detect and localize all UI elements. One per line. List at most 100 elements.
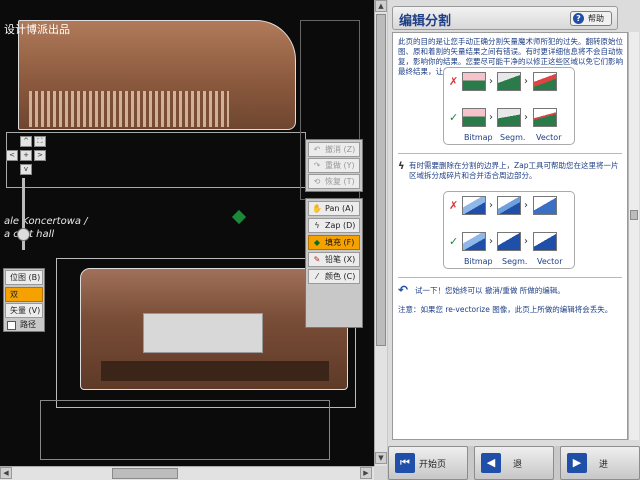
vector-tile (533, 72, 557, 91)
vector-tile (533, 232, 557, 251)
demo-label-vector: Vector (536, 133, 562, 142)
help-content: 此页的目的是让您手动正确分割矢量魔术师所犯的过失。翻转原始位图、原和着割的矢量结… (392, 32, 628, 440)
view-vector-button[interactable]: 矢量 (V) (5, 303, 43, 318)
pan-tool-button[interactable]: ✋ Pan (A) (308, 201, 360, 216)
start-page-label: 开始页 (419, 460, 447, 470)
image-canvas[interactable]: 设计博派出品 ale Koncertowa / a cert hall ^ v … (0, 0, 374, 466)
undo-button[interactable]: ↶ 撤消 (Z) (308, 142, 360, 157)
arrow-icon: › (489, 112, 493, 123)
demo-label-vector: Vector (537, 257, 563, 266)
caption-line: ale Koncertowa / (4, 216, 88, 227)
color-tool-button[interactable]: ⁄ 颜色 (C) (308, 269, 360, 284)
canvas-vertical-scrollbar[interactable]: ▲ ▼ (374, 0, 387, 466)
cross-icon: ✗ (449, 75, 459, 88)
arrow-icon: › (524, 200, 528, 211)
help-button-label: 帮助 (588, 14, 604, 23)
redo-icon: ↷ (313, 161, 321, 170)
zap-tool-button[interactable]: ϟ Zap (D) (308, 218, 360, 233)
pan-down-button[interactable]: v (20, 164, 32, 175)
structure-outline (6, 132, 306, 188)
view-palette: 位图 (B) 双 矢量 (V) 路径 (3, 268, 45, 332)
bitmap-tile (462, 232, 486, 251)
zap-icon: ϟ (314, 221, 320, 230)
view-bitmap-button[interactable]: 位图 (B) (5, 270, 43, 285)
demo-label-bitmap: Bitmap (464, 257, 493, 266)
scroll-up-arrow-icon[interactable]: ▲ (375, 0, 387, 12)
next-label: 进 (599, 460, 609, 470)
arrow-icon: › (489, 76, 493, 87)
note-text: 注意：如果您 re-vectorize 图像，此页上所做的编辑将会丢失。 (398, 305, 613, 314)
canvas-horizontal-scrollbar[interactable]: ◀ ▶ (0, 466, 374, 480)
help-title: 编辑分割 (399, 14, 452, 29)
pan-right-button[interactable]: > (34, 150, 46, 161)
pan-tool-label: Pan (A) (325, 204, 354, 213)
bitmap-tile (462, 72, 486, 91)
vector-tile (533, 108, 557, 127)
segmentation-demo: ✗ ✓ › › › › Bitmap Segm. Vector (443, 67, 575, 145)
zoom-slider-knob[interactable] (17, 228, 30, 241)
drawing-caption: ale Koncertowa / a cert hall (4, 215, 88, 241)
fill-tool-label: 填充 (F) (325, 238, 355, 247)
navigation-control: ^ v < > + ⛶ (4, 136, 48, 178)
pencil-tool-button[interactable]: ✎ 铅笔 (X) (308, 252, 360, 267)
back-button[interactable]: ◀ 退 (474, 446, 554, 480)
restore-button[interactable]: ⟲ 恢复 (T) (308, 174, 360, 189)
scroll-right-arrow-icon[interactable]: ▶ (360, 467, 372, 479)
help-button[interactable]: ? 帮助 (570, 11, 612, 26)
fit-view-button[interactable]: ⛶ (34, 136, 46, 147)
segm-tile (497, 196, 521, 215)
divider (398, 277, 622, 278)
check-icon: ✓ (449, 235, 459, 248)
zap-icon: ϟ (398, 161, 405, 172)
start-page-button[interactable]: ⏮ 开始页 (388, 446, 468, 480)
arrow-icon: › (524, 236, 528, 247)
pencil-tool-label: 铅笔 (X) (325, 255, 356, 264)
demo-label-bitmap: Bitmap (464, 133, 493, 142)
segm-tile (497, 72, 521, 91)
redo-button[interactable]: ↷ 重做 (Y) (308, 158, 360, 173)
arrow-icon: › (489, 236, 493, 247)
hand-icon: ✋ (312, 204, 322, 213)
scroll-down-arrow-icon[interactable]: ▼ (375, 452, 387, 464)
fill-cursor-icon (231, 209, 247, 225)
question-icon: ? (573, 13, 584, 24)
tool-palette: ✋ Pan (A) ϟ Zap (D) ◆ 填充 (F) ✎ 铅笔 (X) ⁄ 颜色 (C… (305, 198, 363, 328)
help-scrollbar[interactable] (628, 32, 639, 440)
pan-up-button[interactable]: ^ (20, 136, 32, 147)
zoom-in-button[interactable]: + (20, 150, 32, 161)
path-checkbox-label: 路径 (20, 320, 36, 329)
pencil-icon: ✎ (313, 255, 321, 264)
stage (101, 361, 329, 381)
segm-tile (497, 108, 521, 127)
help-scroll-thumb[interactable] (630, 210, 638, 220)
pan-left-button[interactable]: < (6, 150, 18, 161)
path-checkbox[interactable] (7, 321, 16, 330)
check-icon: ✓ (449, 111, 459, 124)
view-both-button[interactable]: 双 (5, 287, 43, 302)
zap-text: 有时需要删除在分割的边界上，Zap工具可帮助您在这里将一片区域拆分成碎片和合并适… (409, 161, 619, 180)
arrow-icon: › (524, 112, 528, 123)
back-label: 退 (513, 460, 523, 470)
vertical-scroll-thumb[interactable] (376, 14, 386, 346)
redo-label: 重做 (Y) (325, 161, 355, 170)
fill-bucket-icon: ◆ (313, 238, 321, 247)
start-page-icon: ⏮ (395, 453, 415, 473)
demo-label-segm: Segm. (500, 133, 526, 142)
fill-tool-button[interactable]: ◆ 填充 (F) (308, 235, 360, 250)
edit-palette: ↶ 撤消 (Z) ↷ 重做 (Y) ⟲ 恢复 (T) (305, 139, 363, 192)
back-arrow-icon: ◀ (481, 453, 501, 473)
stage-screen (143, 313, 263, 353)
demo-label-segm: Segm. (502, 257, 528, 266)
bitmap-tile (462, 196, 486, 215)
restore-icon: ⟲ (313, 177, 321, 186)
undo-hint-text: 试一下！您始终可以 撤消/重做 所做的编辑。 (415, 286, 565, 295)
horizontal-scroll-thumb[interactable] (112, 468, 178, 479)
cross-icon: ✗ (449, 199, 459, 212)
next-button[interactable]: ▶ 进 (560, 446, 640, 480)
watermark-text: 设计博派出品 (4, 23, 70, 36)
next-arrow-icon: ▶ (567, 453, 587, 473)
scrollbar-corner (374, 466, 387, 480)
scroll-left-arrow-icon[interactable]: ◀ (0, 467, 12, 479)
arrow-icon: › (524, 76, 528, 87)
vector-magic-window: 设计博派出品 ale Koncertowa / a cert hall ^ v … (0, 0, 640, 480)
